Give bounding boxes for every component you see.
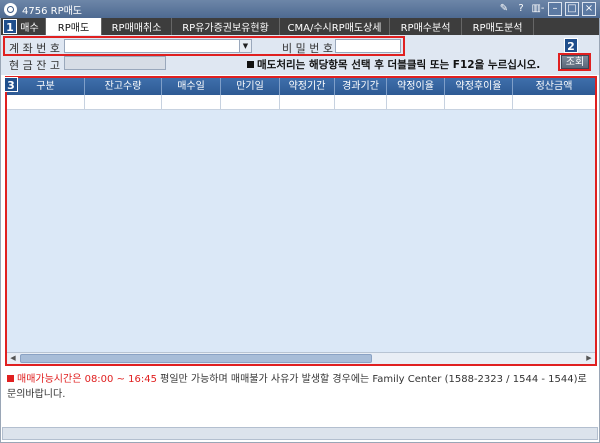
badge-1: 1	[3, 19, 17, 34]
window-title: 4756 RP매도	[22, 5, 83, 17]
title-bar: 4756 RP매도 ✎ ? ▥- – □ ×	[0, 0, 600, 18]
holdings-grid: 구분 잔고수량 매수일 만기일 약정기간 경과기간 약정이율 약정후이율 정산금…	[5, 76, 597, 366]
help-icon[interactable]: ?	[514, 2, 528, 16]
tab-rp-sell[interactable]: RP매도	[46, 18, 102, 35]
table-cell[interactable]	[221, 95, 280, 110]
tab-rp-cancel[interactable]: RP매매취소	[102, 18, 172, 35]
grid-header: 구분 잔고수량 매수일 만기일 약정기간 경과기간 약정이율 약정후이율 정산금…	[7, 78, 595, 95]
badge-2: 2	[564, 38, 578, 53]
grid-body[interactable]	[7, 111, 595, 352]
cash-label: 현 금 잔 고	[9, 59, 60, 72]
table-cell[interactable]	[7, 95, 85, 110]
column-header[interactable]: 약정기간	[280, 78, 335, 95]
account-label: 계 좌 번 호	[9, 42, 60, 55]
minimize-button[interactable]: –	[548, 2, 562, 16]
tab-rp-sell-analysis[interactable]: RP매도분석	[462, 18, 534, 35]
instruction-notice: 매도처리는 해당항목 선택 후 더블클릭 또는 F12을 누르십시오.	[247, 57, 540, 72]
window-controls: ✎ ? ▥- – □ ×	[497, 2, 596, 16]
trading-hours-text-line2: 문의바랍니다.	[7, 389, 66, 400]
scroll-right-icon[interactable]: ▶	[583, 353, 595, 364]
close-button[interactable]: ×	[582, 2, 596, 16]
column-header[interactable]: 만기일	[221, 78, 280, 95]
bullet-square-icon	[7, 375, 14, 382]
tab-rp-buy-analysis[interactable]: RP매수분석	[390, 18, 462, 35]
table-cell[interactable]	[513, 95, 595, 110]
tab-bar: 매수 RP매도 RP매매취소 RP유가증권보유현황 CMA/수시RP매도상세 R…	[0, 18, 600, 35]
column-header[interactable]: 구분	[7, 78, 85, 95]
column-header[interactable]: 약정후이율	[445, 78, 513, 95]
query-button[interactable]: 조회	[561, 55, 589, 69]
notice-text: 매도처리는 해당항목 선택 후 더블클릭 또는 F12을 누르십시오.	[257, 59, 541, 71]
horizontal-scrollbar[interactable]: ◀ ▶	[7, 352, 595, 364]
table-row[interactable]	[7, 95, 595, 110]
column-header[interactable]: 잔고수량	[85, 78, 162, 95]
maximize-button[interactable]: □	[565, 2, 579, 16]
scrollbar-thumb[interactable]	[20, 354, 372, 363]
account-select[interactable]: ▼	[64, 39, 252, 53]
trading-hours-info: 매매가능시간은 08:00 ~ 16:45 평일만 가능하며 매매불가 사유가 …	[7, 372, 592, 402]
column-header[interactable]: 매수일	[162, 78, 221, 95]
app-logo-icon	[4, 2, 17, 16]
tab-rp-holdings[interactable]: RP유가증권보유현황	[172, 18, 280, 35]
column-header[interactable]: 경과기간	[335, 78, 387, 95]
table-cell[interactable]	[85, 95, 162, 110]
scroll-left-icon[interactable]: ◀	[7, 353, 19, 364]
table-cell[interactable]	[335, 95, 387, 110]
table-cell[interactable]	[387, 95, 445, 110]
badge-3: 3	[4, 77, 18, 92]
column-header[interactable]: 정산금액	[513, 78, 595, 95]
table-cell[interactable]	[280, 95, 335, 110]
table-cell[interactable]	[445, 95, 513, 110]
chevron-down-icon[interactable]: ▼	[239, 40, 251, 52]
pin-icon[interactable]: ✎	[497, 2, 511, 16]
trading-hours-text: 평일만 가능하며 매매불가 사유가 발생할 경우에는 Family Center…	[156, 374, 587, 385]
bullet-square-icon	[247, 61, 254, 68]
column-header[interactable]: 약정이율	[387, 78, 445, 95]
table-cell[interactable]	[162, 95, 221, 110]
trading-hours-highlight: 매매가능시간은 08:00 ~ 16:45	[17, 374, 157, 385]
menu-icon[interactable]: ▥-	[531, 2, 545, 16]
tab-cma-detail[interactable]: CMA/수시RP매도상세	[280, 18, 390, 35]
password-label: 비 밀 번 호	[282, 42, 333, 55]
password-field[interactable]	[335, 39, 401, 53]
status-bar	[2, 427, 598, 440]
cash-balance-field	[64, 56, 166, 70]
